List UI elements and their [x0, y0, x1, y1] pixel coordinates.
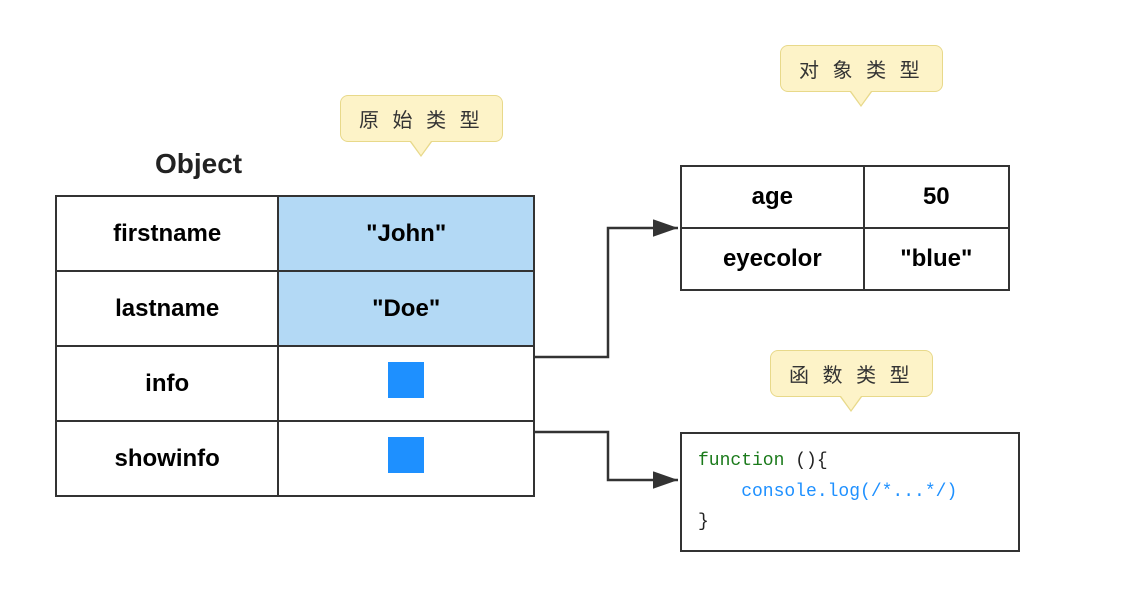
func-parens: (){ [795, 451, 827, 471]
info-square-icon [388, 362, 424, 398]
val-eyecolor: "blue" [864, 228, 1009, 290]
key-eyecolor: eyecolor [681, 228, 864, 290]
val-showinfo [278, 421, 534, 496]
object-type-table: age 50 eyecolor "blue" [680, 165, 1010, 291]
val-info [278, 346, 534, 421]
val-age: 50 [864, 166, 1009, 228]
key-age: age [681, 166, 864, 228]
main-object-table: firstname "John" lastname "Doe" info sho… [55, 195, 535, 497]
key-lastname: lastname [56, 271, 278, 346]
canvas: Object 原 始 类 型 对 象 类 型 函 数 类 型 firstname… [0, 0, 1142, 605]
table-row: eyecolor "blue" [681, 228, 1009, 290]
func-line3: } [698, 507, 1002, 538]
table-row: info [56, 346, 534, 421]
table-row: firstname "John" [56, 196, 534, 271]
function-box: function (){ console.log(/*...*/) } [680, 432, 1020, 552]
table-row: age 50 [681, 166, 1009, 228]
key-info: info [56, 346, 278, 421]
bubble-primitive: 原 始 类 型 [340, 95, 503, 142]
val-lastname: "Doe" [278, 271, 534, 346]
object-label: Object [155, 148, 242, 180]
func-body: console.log(/*...*/) [698, 482, 957, 502]
table-row: lastname "Doe" [56, 271, 534, 346]
key-showinfo: showinfo [56, 421, 278, 496]
showinfo-square-icon [388, 437, 424, 473]
bubble-object-type: 对 象 类 型 [780, 45, 943, 92]
val-firstname: "John" [278, 196, 534, 271]
func-line1: function (){ [698, 446, 1002, 477]
func-keyword: function [698, 451, 784, 471]
func-line2: console.log(/*...*/) [698, 477, 1002, 508]
bubble-function-type: 函 数 类 型 [770, 350, 933, 397]
func-close-brace: } [698, 512, 709, 532]
key-firstname: firstname [56, 196, 278, 271]
table-row: showinfo [56, 421, 534, 496]
